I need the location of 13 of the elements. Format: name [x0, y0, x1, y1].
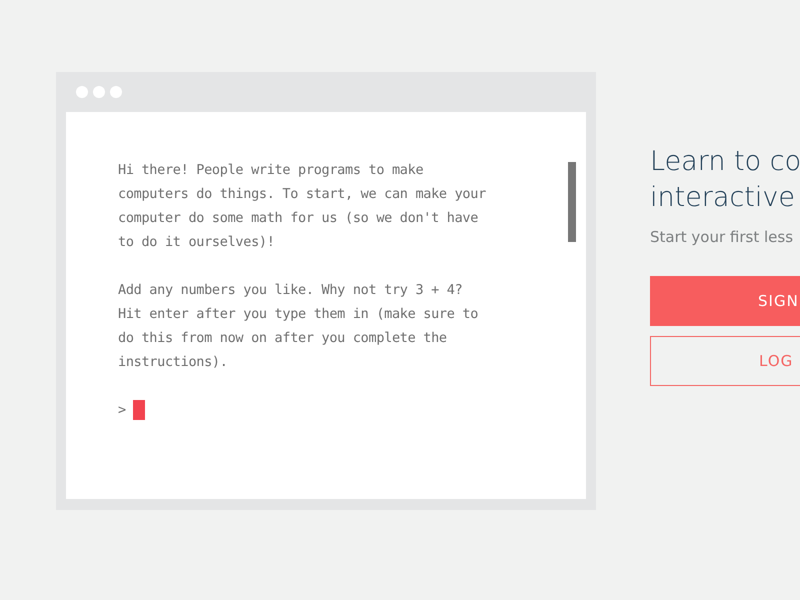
headline-text: Learn to co — [650, 145, 800, 179]
headline-text: interactive — [650, 181, 796, 215]
login-button[interactable]: LOG — [650, 336, 800, 386]
window-dot-icon — [76, 86, 88, 98]
text-cursor[interactable] — [133, 400, 146, 420]
subtitle-text: Start your first less — [650, 228, 794, 246]
terminal-text: Add any numbers you like. Why not try 3 + 4? Hit enter after you type them in (make sure to do this from now on after you complete the instructions). — [118, 281, 480, 372]
scrollbar-thumb[interactable] — [568, 162, 576, 242]
window-dot-icon — [93, 86, 105, 98]
terminal-text: Hi there! People write programs to make computers do things. To start, we can make your computer do some math for us (so we don't have to do it ourselves)! — [118, 161, 487, 252]
window-dot-icon — [110, 86, 122, 98]
signup-button[interactable]: SIGN — [650, 276, 800, 326]
prompt-symbol: > — [118, 401, 126, 420]
